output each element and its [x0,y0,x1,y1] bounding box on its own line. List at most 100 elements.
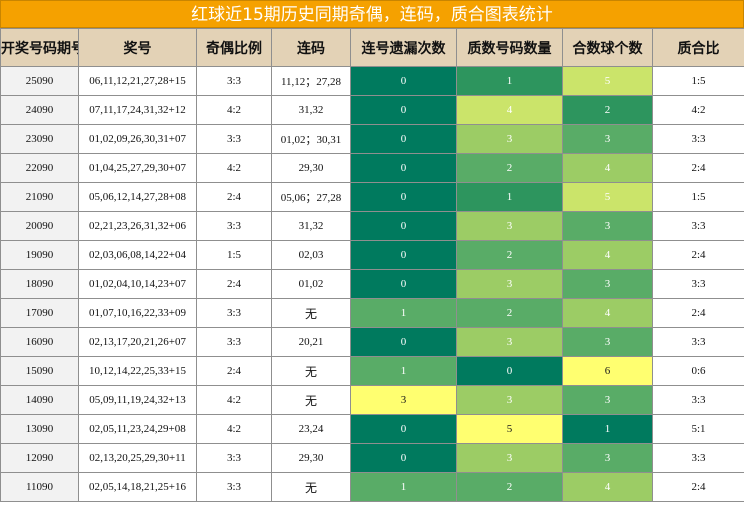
header-period: 开奖号码期号 [0,28,79,67]
consecutive-cell: 01,02 [271,269,351,299]
odd-even-cell: 3:3 [196,443,272,473]
gap-cell: 0 [350,443,457,473]
table-row: 16090 02,13,17,20,21,26+07 3:3 20,21 0 3 3 3:3 [0,327,744,357]
prime-cell: 3 [456,124,563,154]
consecutive-cell: 无 [271,472,351,502]
odd-even-cell: 1:5 [196,240,272,270]
composite-cell: 4 [562,240,653,270]
header-row: 开奖号码期号 奖号 奇偶比例 连码 连号遗漏次数 质数号码数量 合数球个数 质合… [0,28,744,67]
odd-even-cell: 3:3 [196,298,272,328]
numbers-cell: 10,12,14,22,25,33+15 [78,356,197,386]
gap-cell: 0 [350,182,457,212]
period-cell: 17090 [0,298,79,328]
prime-cell: 1 [456,66,563,96]
ratio-cell: 4:2 [652,95,744,125]
header-numbers: 奖号 [78,28,197,67]
gap-cell: 0 [350,269,457,299]
prime-cell: 3 [456,443,563,473]
composite-cell: 3 [562,327,653,357]
odd-even-cell: 2:4 [196,182,272,212]
odd-even-cell: 3:3 [196,211,272,241]
ratio-cell: 1:5 [652,182,744,212]
consecutive-cell: 23,24 [271,414,351,444]
numbers-cell: 01,02,04,10,14,23+07 [78,269,197,299]
prime-cell: 3 [456,385,563,415]
table-row: 22090 01,04,25,27,29,30+07 4:2 29,30 0 2 4 2:4 [0,153,744,183]
ratio-cell: 3:3 [652,443,744,473]
composite-cell: 3 [562,385,653,415]
table-row: 13090 02,05,11,23,24,29+08 4:2 23,24 0 5 1 5:1 [0,414,744,444]
consecutive-cell: 20,21 [271,327,351,357]
gap-cell: 0 [350,211,457,241]
ratio-cell: 5:1 [652,414,744,444]
composite-cell: 4 [562,153,653,183]
table-row: 21090 05,06,12,14,27,28+08 2:4 05,06；27,28 0… [0,182,744,212]
odd-even-cell: 4:2 [196,385,272,415]
numbers-cell: 05,06,12,14,27,28+08 [78,182,197,212]
numbers-cell: 02,13,17,20,21,26+07 [78,327,197,357]
prime-cell: 4 [456,95,563,125]
numbers-cell: 02,03,06,08,14,22+04 [78,240,197,270]
prime-cell: 1 [456,182,563,212]
odd-even-cell: 4:2 [196,414,272,444]
odd-even-cell: 2:4 [196,356,272,386]
ratio-cell: 2:4 [652,240,744,270]
period-cell: 22090 [0,153,79,183]
consecutive-cell: 无 [271,356,351,386]
period-cell: 18090 [0,269,79,299]
prime-cell: 2 [456,472,563,502]
consecutive-cell: 无 [271,298,351,328]
period-cell: 20090 [0,211,79,241]
composite-cell: 2 [562,95,653,125]
prime-cell: 3 [456,211,563,241]
gap-cell: 1 [350,472,457,502]
sheet-title: 红球近15期历史同期奇偶，连码，质合图表统计 [0,0,744,28]
stats-table: 开奖号码期号 奖号 奇偶比例 连码 连号遗漏次数 质数号码数量 合数球个数 质合… [0,28,744,502]
composite-cell: 3 [562,124,653,154]
prime-cell: 2 [456,153,563,183]
table-row: 24090 07,11,17,24,31,32+12 4:2 31,32 0 4 2 4:2 [0,95,744,125]
gap-cell: 0 [350,240,457,270]
period-cell: 25090 [0,66,79,96]
ratio-cell: 3:3 [652,269,744,299]
period-cell: 14090 [0,385,79,415]
header-odd-even: 奇偶比例 [196,28,272,67]
prime-cell: 3 [456,327,563,357]
composite-cell: 6 [562,356,653,386]
ratio-cell: 2:4 [652,153,744,183]
odd-even-cell: 4:2 [196,95,272,125]
gap-cell: 0 [350,414,457,444]
numbers-cell: 06,11,12,21,27,28+15 [78,66,197,96]
period-cell: 24090 [0,95,79,125]
numbers-cell: 01,04,25,27,29,30+07 [78,153,197,183]
consecutive-cell: 11,12；27,28 [271,66,351,96]
gap-cell: 0 [350,95,457,125]
consecutive-cell: 01,02；30,31 [271,124,351,154]
table-row: 20090 02,21,23,26,31,32+06 3:3 31,32 0 3 3 3:3 [0,211,744,241]
header-consecutive: 连码 [271,28,351,67]
gap-cell: 3 [350,385,457,415]
header-gap: 连号遗漏次数 [350,28,457,67]
numbers-cell: 05,09,11,19,24,32+13 [78,385,197,415]
header-composite: 合数球个数 [562,28,653,67]
table-row: 12090 02,13,20,25,29,30+11 3:3 29,30 0 3 3 3:3 [0,443,744,473]
composite-cell: 3 [562,443,653,473]
numbers-cell: 01,07,10,16,22,33+09 [78,298,197,328]
odd-even-cell: 3:3 [196,472,272,502]
gap-cell: 0 [350,66,457,96]
header-prime: 质数号码数量 [456,28,563,67]
table-row: 18090 01,02,04,10,14,23+07 2:4 01,02 0 3 3 3:3 [0,269,744,299]
numbers-cell: 02,13,20,25,29,30+11 [78,443,197,473]
odd-even-cell: 3:3 [196,124,272,154]
numbers-cell: 01,02,09,26,30,31+07 [78,124,197,154]
composite-cell: 5 [562,66,653,96]
stats-sheet: 红球近15期历史同期奇偶，连码，质合图表统计 开奖号码期号 奖号 奇偶比例 连码… [0,0,744,507]
consecutive-cell: 02,03 [271,240,351,270]
ratio-cell: 3:3 [652,211,744,241]
consecutive-cell: 31,32 [271,95,351,125]
table-row: 19090 02,03,06,08,14,22+04 1:5 02,03 0 2 4 2:4 [0,240,744,270]
period-cell: 15090 [0,356,79,386]
table-row: 11090 02,05,14,18,21,25+16 3:3 无 1 2 4 2:4 [0,472,744,502]
period-cell: 16090 [0,327,79,357]
ratio-cell: 0:6 [652,356,744,386]
